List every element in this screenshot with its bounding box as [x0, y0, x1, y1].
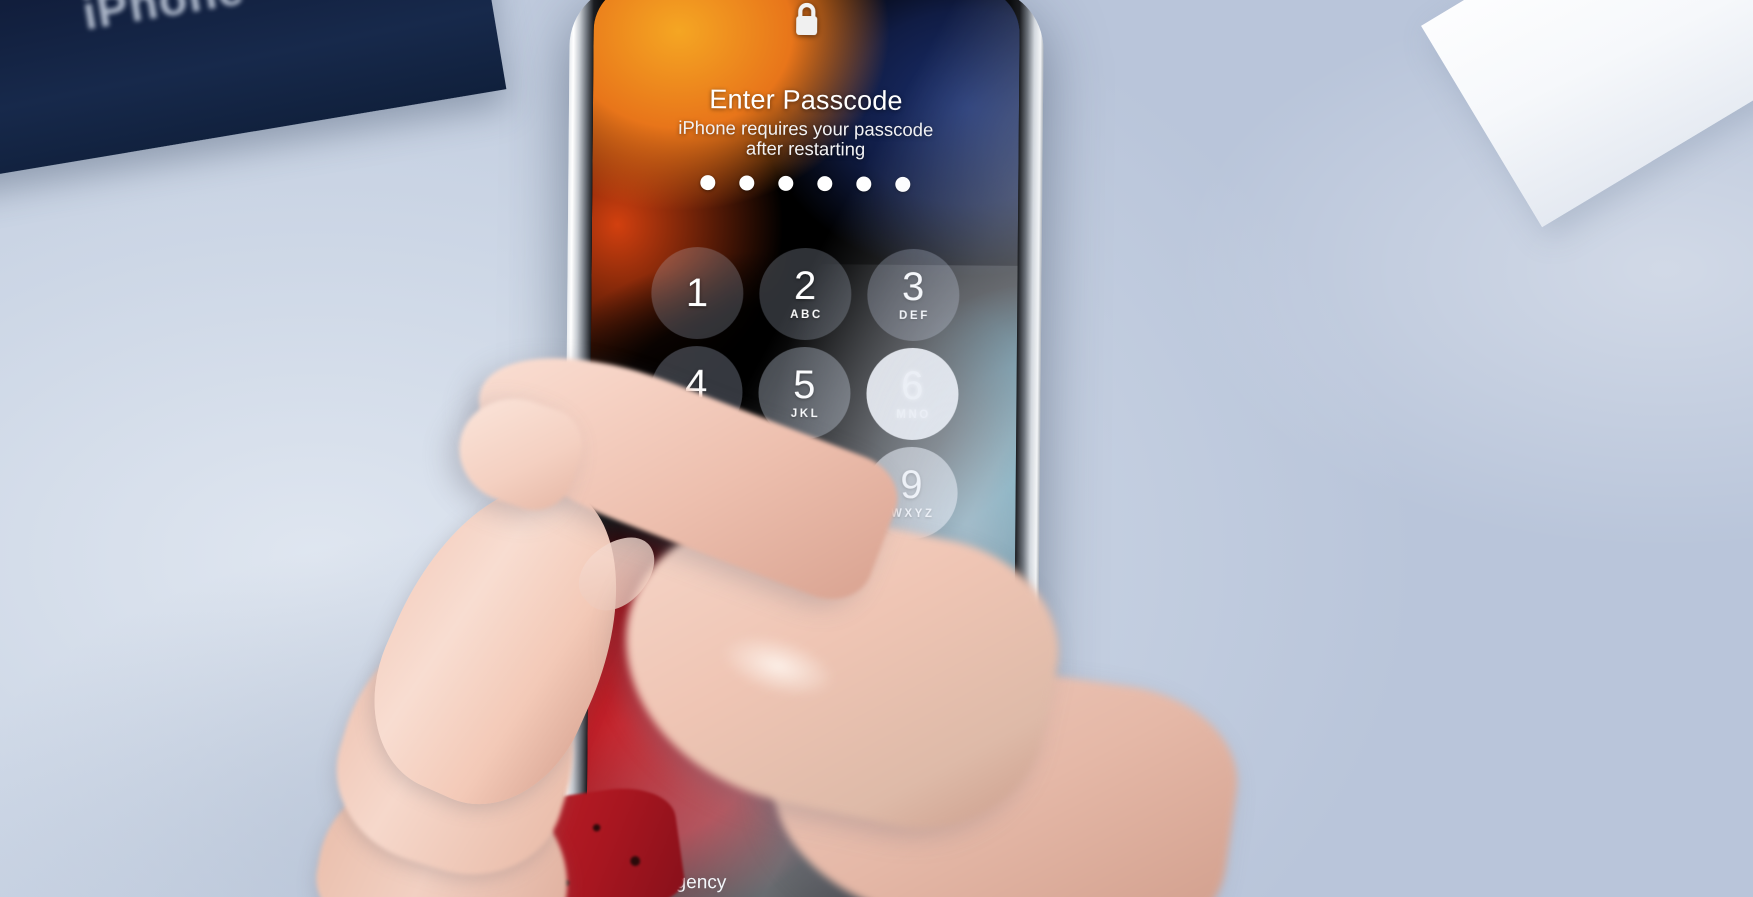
keypad-key-number: 4 [684, 361, 709, 407]
page-title: Enter Passcode [709, 84, 903, 116]
keypad-key-letters: DEF [898, 309, 930, 323]
delete-button[interactable]: Delete [913, 874, 968, 896]
subtitle-line-2: after restarting [745, 137, 866, 160]
keypad-key-number: 6 [900, 363, 925, 409]
keypad-key-8[interactable]: 8 TUV [757, 445, 851, 538]
passcode-dot [817, 176, 833, 192]
lockscreen-ui: Enter Passcode iPhone requires your pass… [586, 0, 1020, 897]
keypad-key-number: 1 [685, 270, 709, 315]
passcode-dot [739, 175, 755, 191]
keypad-key-number: 7 [684, 460, 708, 506]
passcode-dot [700, 175, 716, 191]
keypad-key-0[interactable]: 0 [756, 544, 850, 637]
navy-iphone-box: iPhone [0, 0, 507, 192]
keypad-key-letters: GHI [683, 406, 712, 420]
lock-closed-icon [594, 0, 1020, 44]
passcode-dots [592, 174, 1018, 193]
keypad-key-2[interactable]: 2 ABC [758, 247, 852, 340]
phone-screen[interactable]: Enter Passcode iPhone requires your pass… [585, 0, 1021, 897]
keypad-key-letters: PQRS [675, 505, 719, 519]
passcode-keypad[interactable]: 1 2 ABC 3 DEF 4 GHI 5 JKL 6 MNO 7 PQRS 8 TUV 9 WXYZ 0 [641, 243, 964, 642]
keypad-key-number: 0 [791, 568, 815, 613]
keypad-key-4[interactable]: 4 GHI [650, 345, 743, 438]
keypad-key-3[interactable]: 3 DEF [866, 248, 960, 341]
iphone-device: Enter Passcode iPhone requires your pass… [561, 0, 1045, 897]
keypad-key-1[interactable]: 1 [650, 246, 744, 339]
keypad-key-7[interactable]: 7 PQRS [649, 444, 743, 537]
passcode-subtitle: iPhone requires your passcode after rest… [593, 117, 1019, 161]
keypad-key-number: 2 [793, 263, 817, 309]
keypad-key-number: 8 [792, 461, 816, 507]
passcode-dot [856, 176, 872, 192]
keypad-key-letters: ABC [790, 308, 823, 322]
keypad-key-letters: WXYZ [890, 507, 935, 521]
passcode-dot [778, 175, 794, 191]
keypad-key-letters: TUV [789, 506, 821, 520]
keypad-key-number: 5 [792, 362, 817, 408]
keypad-key-letters: MNO [896, 408, 931, 422]
keypad-key-number: 9 [900, 462, 924, 508]
keypad-key-letters: JKL [790, 407, 821, 421]
white-iphone-box: iPhone [1421, 0, 1753, 228]
passcode-dot [895, 176, 911, 192]
red-fabric [462, 780, 688, 897]
keypad-key-6[interactable]: 6 MNO [866, 347, 959, 440]
keypad-key-9[interactable]: 9 WXYZ [865, 446, 959, 539]
scene: iPhone iPhone Enter Passcode iP [0, 0, 1753, 897]
keypad-key-number: 3 [901, 264, 925, 310]
keypad-key-5[interactable]: 5 JKL [758, 346, 851, 439]
navy-box-logo-text: iPhone [78, 0, 248, 40]
